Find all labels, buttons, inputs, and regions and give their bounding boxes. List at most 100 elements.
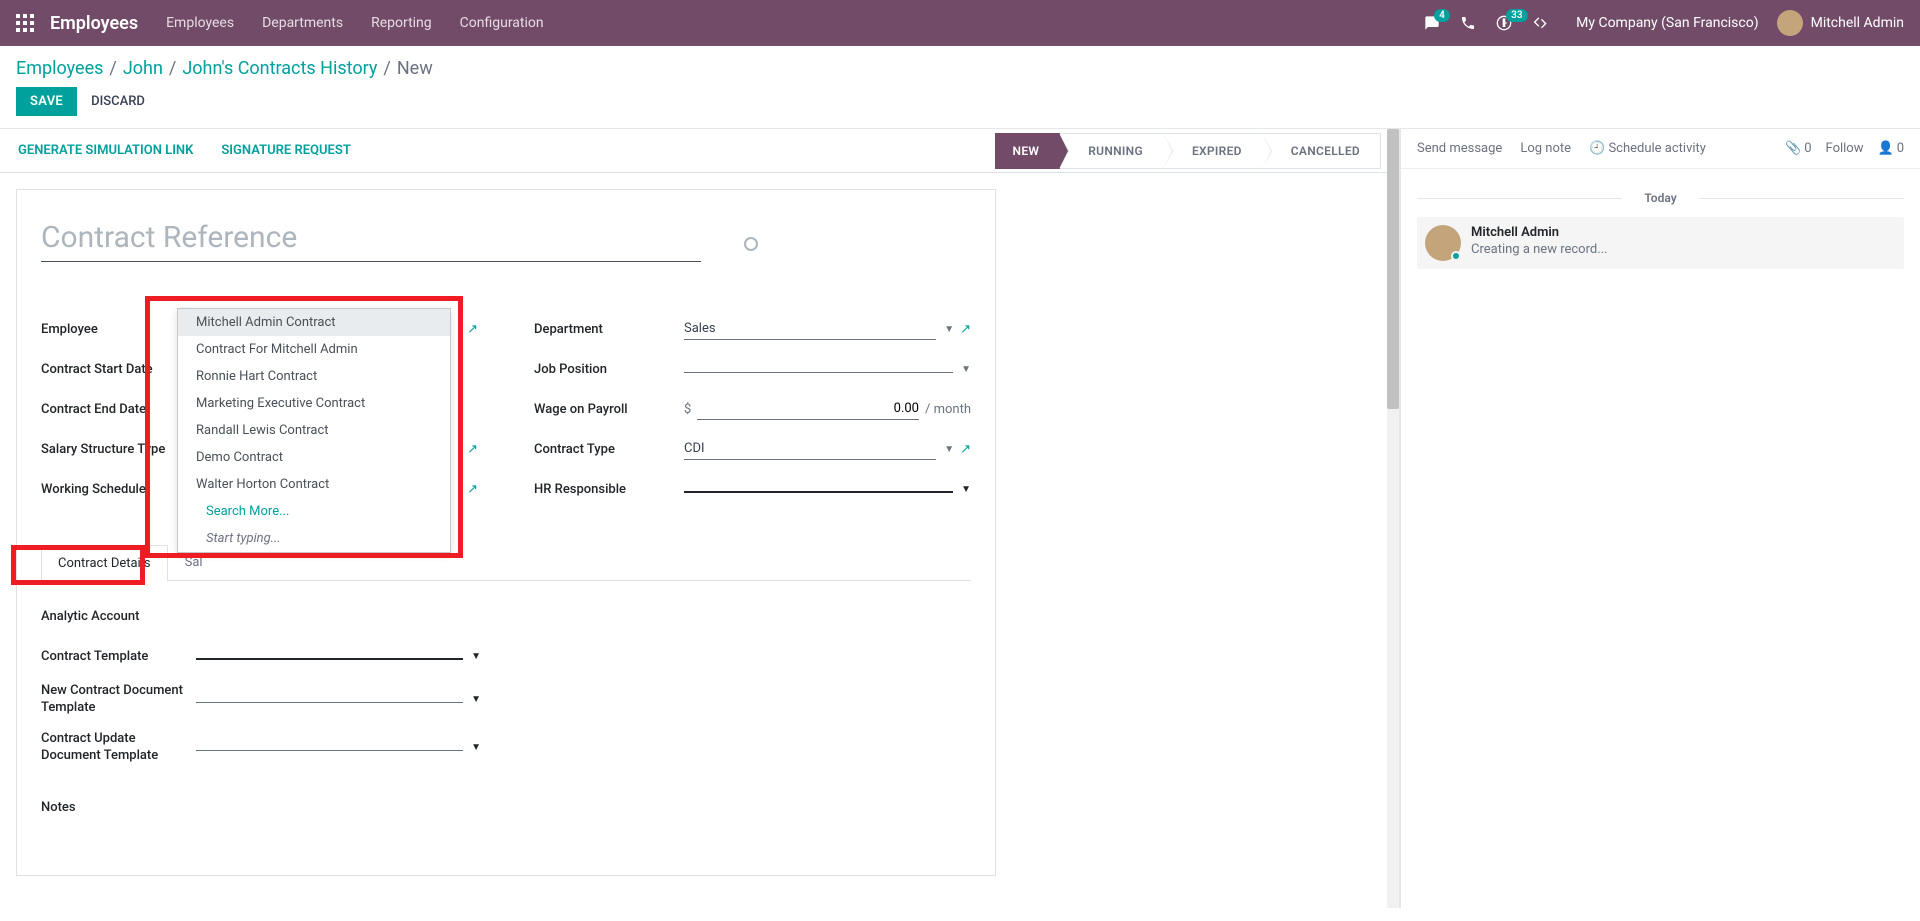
crumb-employees[interactable]: Employees <box>16 58 103 79</box>
crumb-john[interactable]: John <box>123 58 163 79</box>
chevron-down-icon: ▼ <box>961 484 971 495</box>
notes-label: Notes <box>41 800 196 815</box>
chevron-down-icon: ▼ <box>471 651 481 662</box>
chatter-date-divider: Today <box>1417 191 1904 205</box>
followers-button[interactable]: 👤0 <box>1878 141 1905 156</box>
activities-badge: 33 <box>1506 9 1527 22</box>
dropdown-hint: Start typing... <box>178 525 450 552</box>
company-selector[interactable]: My Company (San Francisco) <box>1576 15 1758 31</box>
user-name[interactable]: Mitchell Admin <box>1811 15 1904 31</box>
working-schedule-external-icon[interactable]: ↗ <box>467 482 478 497</box>
follow-button[interactable]: Follow <box>1826 141 1864 156</box>
contract-update-doc-select[interactable] <box>196 744 463 751</box>
dropdown-item[interactable]: Demo Contract <box>178 444 450 471</box>
schedule-activity-button[interactable]: 🕘 Schedule activity <box>1589 141 1706 156</box>
debug-icon[interactable] <box>1532 15 1548 31</box>
statusbar: NEW RUNNING EXPIRED CANCELLED <box>995 133 1381 169</box>
department-select[interactable]: Sales <box>684 318 936 340</box>
contract-template-dropdown: Mitchell Admin Contract Contract For Mit… <box>177 308 451 553</box>
contract-type-select[interactable]: CDI <box>684 438 936 460</box>
discuss-icon[interactable]: 4 <box>1424 15 1440 31</box>
dropdown-item[interactable]: Randall Lewis Contract <box>178 417 450 444</box>
department-external-icon[interactable]: ↗ <box>960 322 971 337</box>
crumb-history[interactable]: John's Contracts History <box>182 58 377 79</box>
status-running[interactable]: RUNNING <box>1060 133 1164 169</box>
job-position-label: Job Position <box>534 362 684 377</box>
message-avatar <box>1425 225 1461 261</box>
new-contract-doc-select[interactable] <box>196 696 463 703</box>
job-position-select[interactable] <box>684 366 953 373</box>
hr-responsible-label: HR Responsible <box>534 482 684 497</box>
user-avatar[interactable] <box>1777 10 1803 36</box>
employee-label: Employee <box>41 322 191 337</box>
status-expired[interactable]: EXPIRED <box>1164 133 1263 169</box>
breadcrumb: Employees / John / John's Contracts Hist… <box>0 46 1920 87</box>
chatter-message: Mitchell Admin Creating a new record... <box>1417 217 1904 269</box>
form-sheet: Employee ↗ Contract Start Date Contract … <box>16 189 996 876</box>
salary-structure-type-label: Salary Structure Type <box>41 442 191 457</box>
dropdown-item[interactable]: Walter Horton Contract <box>178 471 450 498</box>
new-contract-doc-label: New Contract Document Template <box>41 683 196 717</box>
chatter-panel: Send message Log note 🕘 Schedule activit… <box>1400 129 1920 908</box>
attachments-button[interactable]: 📎0 <box>1785 141 1812 156</box>
salary-structure-external-icon[interactable]: ↗ <box>467 442 478 457</box>
menu-reporting[interactable]: Reporting <box>371 15 432 31</box>
top-nav: Employees Employees Departments Reportin… <box>0 0 1920 46</box>
menu-configuration[interactable]: Configuration <box>460 15 544 31</box>
hr-responsible-select[interactable] <box>684 485 953 493</box>
start-date-label: Contract Start Date <box>41 362 191 377</box>
status-bar: GENERATE SIMULATION LINK SIGNATURE REQUE… <box>0 129 1399 173</box>
chevron-down-icon: ▼ <box>961 364 971 375</box>
generate-simulation-link-button[interactable]: GENERATE SIMULATION LINK <box>18 129 193 172</box>
contract-type-external-icon[interactable]: ↗ <box>960 442 971 457</box>
wage-input[interactable] <box>697 398 919 420</box>
chatter-body: Today Mitchell Admin Creating a new reco… <box>1401 169 1920 908</box>
kanban-state-icon[interactable] <box>744 237 758 251</box>
department-label: Department <box>534 322 684 337</box>
crumb-current: New <box>397 58 433 79</box>
end-date-label: Contract End Date <box>41 402 191 417</box>
phone-icon[interactable] <box>1460 15 1476 31</box>
presence-icon <box>1451 251 1461 261</box>
contract-type-label: Contract Type <box>534 442 684 457</box>
contract-reference-input[interactable] <box>41 214 701 262</box>
menu-departments[interactable]: Departments <box>262 15 343 31</box>
employee-external-icon[interactable]: ↗ <box>467 322 478 337</box>
send-message-button[interactable]: Send message <box>1417 141 1502 156</box>
activities-icon[interactable]: 33 <box>1496 15 1512 31</box>
form-right-column: Department Sales ▼ ↗ Job Position ▼ <box>534 316 971 516</box>
app-brand[interactable]: Employees <box>50 13 138 34</box>
chevron-down-icon: ▼ <box>944 444 954 455</box>
scrollbar[interactable] <box>1387 129 1399 908</box>
chevron-down-icon: ▼ <box>944 324 954 335</box>
person-icon: 👤 <box>1878 141 1894 156</box>
dropdown-item[interactable]: Contract For Mitchell Admin <box>178 336 450 363</box>
wage-on-payroll-label: Wage on Payroll <box>534 402 684 417</box>
status-cancelled[interactable]: CANCELLED <box>1263 133 1381 169</box>
clock-icon: 🕘 <box>1589 141 1608 156</box>
dropdown-item[interactable]: Marketing Executive Contract <box>178 390 450 417</box>
signature-request-button[interactable]: SIGNATURE REQUEST <box>221 129 350 172</box>
wage-currency-prefix: $ <box>684 402 691 417</box>
contract-update-doc-label: Contract Update Document Template <box>41 731 196 765</box>
scrollbar-thumb[interactable] <box>1387 129 1399 409</box>
save-button[interactable]: SAVE <box>16 87 77 116</box>
chatter-topbar: Send message Log note 🕘 Schedule activit… <box>1401 129 1920 169</box>
paperclip-icon: 📎 <box>1785 141 1801 156</box>
discard-button[interactable]: DISCARD <box>91 94 145 109</box>
dropdown-item[interactable]: Ronnie Hart Contract <box>178 363 450 390</box>
dropdown-item[interactable]: Mitchell Admin Contract <box>178 309 450 336</box>
control-panel: SAVE DISCARD <box>0 87 1920 129</box>
message-body: Creating a new record... <box>1471 242 1608 257</box>
status-new[interactable]: NEW <box>995 133 1061 169</box>
apps-icon[interactable] <box>16 14 34 32</box>
contract-template-select[interactable] <box>196 652 463 660</box>
analytic-account-label: Analytic Account <box>41 609 196 624</box>
tab-contract-details[interactable]: Contract Details <box>41 545 168 581</box>
dropdown-search-more[interactable]: Search More... <box>178 498 450 525</box>
log-note-button[interactable]: Log note <box>1520 141 1571 156</box>
chevron-down-icon: ▼ <box>471 694 481 705</box>
form-view: GENERATE SIMULATION LINK SIGNATURE REQUE… <box>0 129 1400 908</box>
menu-employees[interactable]: Employees <box>166 15 234 31</box>
discuss-badge: 4 <box>1434 9 1450 22</box>
